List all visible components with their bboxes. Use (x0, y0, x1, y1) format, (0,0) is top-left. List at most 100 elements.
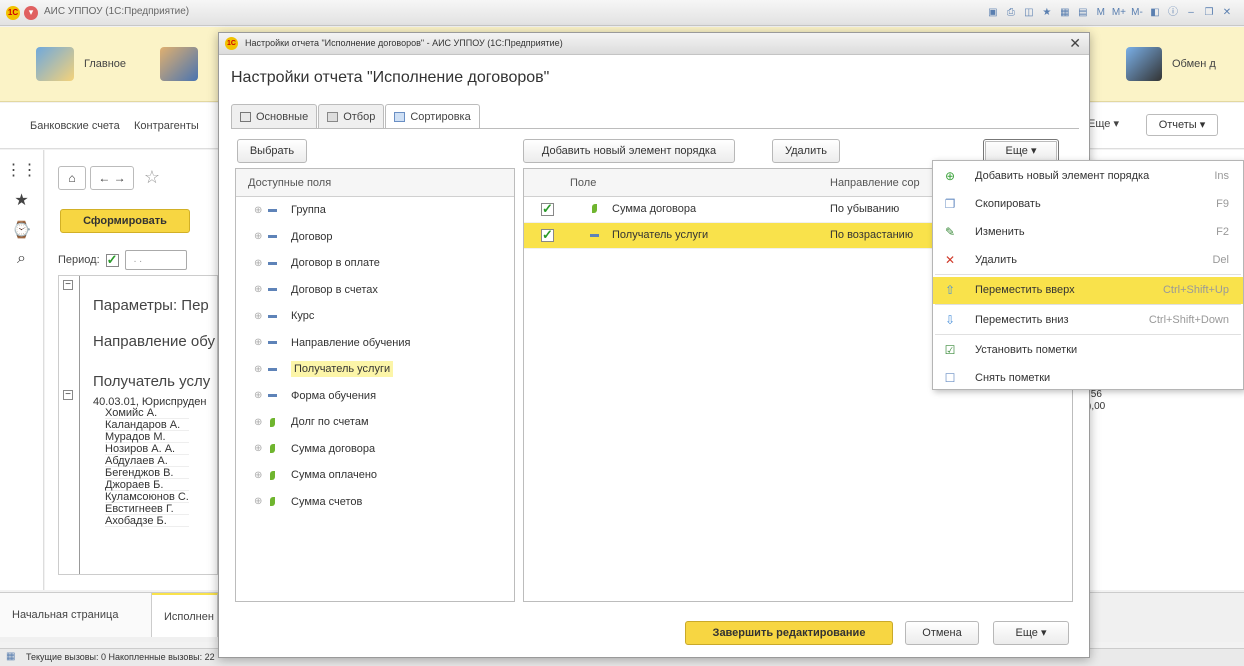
expand-icon[interactable]: ⊕ (254, 258, 268, 269)
available-field-item[interactable]: ⊕ Сумма счетов (236, 489, 514, 516)
status-text: Текущие вызовы: 0 Накопленные вызовы: 22 (26, 652, 215, 662)
sort-row-checkbox[interactable] (541, 227, 554, 243)
menu-item[interactable]: ⇩ Переместить вниз Ctrl+Shift+Down (933, 307, 1243, 334)
available-field-item[interactable]: ⊕ Сумма договора (236, 436, 514, 463)
period-checkbox[interactable] (105, 252, 119, 268)
choose-button[interactable]: Выбрать (237, 139, 307, 163)
handshake-icon[interactable] (160, 47, 198, 81)
expand-icon[interactable]: ⊕ (254, 205, 268, 216)
expand-icon[interactable]: ⊕ (254, 417, 268, 428)
save-icon[interactable]: ▣ (986, 5, 1000, 20)
menu-item[interactable]: ☑ Установить пометки (933, 337, 1243, 364)
menu-item-shortcut: Ctrl+Shift+Up (1162, 284, 1229, 296)
dialog-window-title: Настройки отчета "Исполнение договоров" … (245, 38, 563, 48)
memory-mplus-button[interactable]: M+ (1112, 5, 1126, 20)
resource-icon (270, 497, 275, 507)
expand-icon[interactable]: ⊕ (254, 311, 268, 322)
cancel-button[interactable]: Отмена (905, 621, 979, 645)
sort-direction[interactable]: По убыванию (830, 203, 899, 215)
bookmark-star-icon[interactable]: ☆ (138, 166, 166, 190)
memory-mminus-button[interactable]: M- (1130, 5, 1144, 20)
add-order-element-button[interactable]: Добавить новый элемент порядка (523, 139, 735, 163)
subnav-counterparties[interactable]: Контрагенты (134, 120, 199, 132)
minimize-icon[interactable]: – (1184, 5, 1198, 20)
period-field[interactable]: . . (124, 250, 187, 270)
sort-field-name: Сумма договора (612, 203, 697, 215)
available-field-item[interactable]: ⊕ Долг по счетам (236, 409, 514, 436)
tab-home-page[interactable]: Начальная страница (0, 593, 152, 637)
attribute-icon (268, 367, 277, 371)
settings-tabs: Основные Отбор Сортировка (231, 104, 481, 129)
info-icon[interactable]: ⓘ (1166, 5, 1180, 20)
available-field-item[interactable]: ⊕ Договор в счетах (236, 277, 514, 304)
report-recipient: Получатель услу (93, 373, 211, 390)
collapse-group-icon[interactable]: − (63, 390, 73, 400)
print-icon[interactable]: ⎙ (1004, 5, 1018, 20)
expand-icon[interactable]: ⊕ (254, 231, 268, 242)
main-menu-icon[interactable]: ▾ (24, 6, 38, 20)
menu-item-label: Удалить (975, 254, 1017, 266)
tab-sort[interactable]: Сортировка (385, 104, 480, 129)
menu-item[interactable]: ⇧ Переместить вверх Ctrl+Shift+Up (933, 277, 1243, 304)
back-forward-icon[interactable]: ← → (90, 166, 134, 190)
layout-icon[interactable]: ◧ (1148, 5, 1162, 20)
favorites-star-icon[interactable]: ★ (0, 190, 43, 210)
favorites-icon[interactable]: ★ (1040, 5, 1054, 20)
menu-item-shortcut: F9 (1216, 198, 1229, 210)
memory-m-button[interactable]: M (1094, 5, 1108, 20)
section-main[interactable]: Главное (36, 47, 126, 81)
reports-button[interactable]: Отчеты ▾ (1146, 114, 1218, 136)
expand-icon[interactable]: ⊕ (254, 284, 268, 295)
delete-button[interactable]: Удалить (772, 139, 840, 163)
available-field-item[interactable]: ⊕ Договор (236, 224, 514, 251)
menu-item[interactable]: ☐ Снять пометки (933, 365, 1243, 392)
preview-icon[interactable]: ◫ (1022, 5, 1036, 20)
resource-icon (270, 470, 275, 480)
close-icon[interactable]: ✕ (1220, 5, 1234, 20)
tab-report[interactable]: Исполнен (152, 593, 218, 637)
tab-main[interactable]: Основные (231, 104, 318, 128)
available-field-item[interactable]: ⊕ Курс (236, 303, 514, 330)
available-field-item[interactable]: ⊕ Договор в оплате (236, 250, 514, 277)
sort-direction[interactable]: По возрастанию (830, 229, 913, 241)
calculator-icon[interactable]: ▦ (1058, 5, 1072, 20)
report-params: Параметры: Пер (93, 297, 209, 314)
available-field-item[interactable]: ⊕ Получатель услуги (236, 356, 514, 383)
available-field-label: Форма обучения (291, 389, 377, 402)
history-icon[interactable]: ⌚ (0, 220, 43, 240)
expand-icon[interactable]: ⊕ (254, 390, 268, 401)
main-titlebar: 1С ▾ АИС УППОУ (1С:Предприятие) ▣ ⎙ ◫ ★ … (0, 0, 1244, 26)
sort-row-checkbox[interactable] (541, 201, 554, 217)
tab-filter[interactable]: Отбор (318, 104, 385, 128)
calendar-icon[interactable]: ▤ (1076, 5, 1090, 20)
home-icon[interactable]: ⌂ (58, 166, 86, 190)
apps-grid-icon[interactable]: ⋮⋮ (0, 160, 43, 180)
expand-icon[interactable]: ⊕ (254, 470, 268, 481)
expand-icon[interactable]: ⊕ (254, 496, 268, 507)
available-field-item[interactable]: ⊕ Группа (236, 197, 514, 224)
tab-underline (231, 128, 1079, 129)
dialog-close-icon[interactable]: ✕ (1069, 35, 1081, 52)
subnav-more[interactable]: Еще ▾ (1088, 117, 1119, 130)
generate-report-button[interactable]: Сформировать (60, 209, 190, 233)
collapse-icon[interactable]: − (63, 280, 73, 290)
bottom-more-button[interactable]: Еще (993, 621, 1069, 645)
menu-item[interactable]: ✕ Удалить Del (933, 247, 1243, 274)
available-field-item[interactable]: ⊕ Сумма оплачено (236, 462, 514, 489)
menu-item[interactable]: ✎ Изменить F2 (933, 219, 1243, 246)
finish-editing-button[interactable]: Завершить редактирование (685, 621, 893, 645)
available-field-item[interactable]: ⊕ Форма обучения (236, 383, 514, 410)
performance-icon[interactable]: ▦ (6, 651, 15, 662)
expand-icon[interactable]: ⊕ (254, 364, 268, 375)
available-field-item[interactable]: ⊕ Направление обучения (236, 330, 514, 357)
expand-icon[interactable]: ⊕ (254, 443, 268, 454)
menu-item[interactable]: ❐ Скопировать F9 (933, 191, 1243, 218)
available-field-label: Получатель услуги (291, 361, 394, 378)
check-all-icon: ☑ (944, 343, 956, 357)
restore-icon[interactable]: ❐ (1202, 5, 1216, 20)
report-row: Абдулаев А. (105, 455, 189, 467)
subnav-bank-accounts[interactable]: Банковские счета (30, 120, 120, 132)
menu-item[interactable]: ⊕ Добавить новый элемент порядка Ins (933, 163, 1243, 190)
expand-icon[interactable]: ⊕ (254, 337, 268, 348)
search-icon[interactable]: ⌕ (0, 250, 43, 268)
